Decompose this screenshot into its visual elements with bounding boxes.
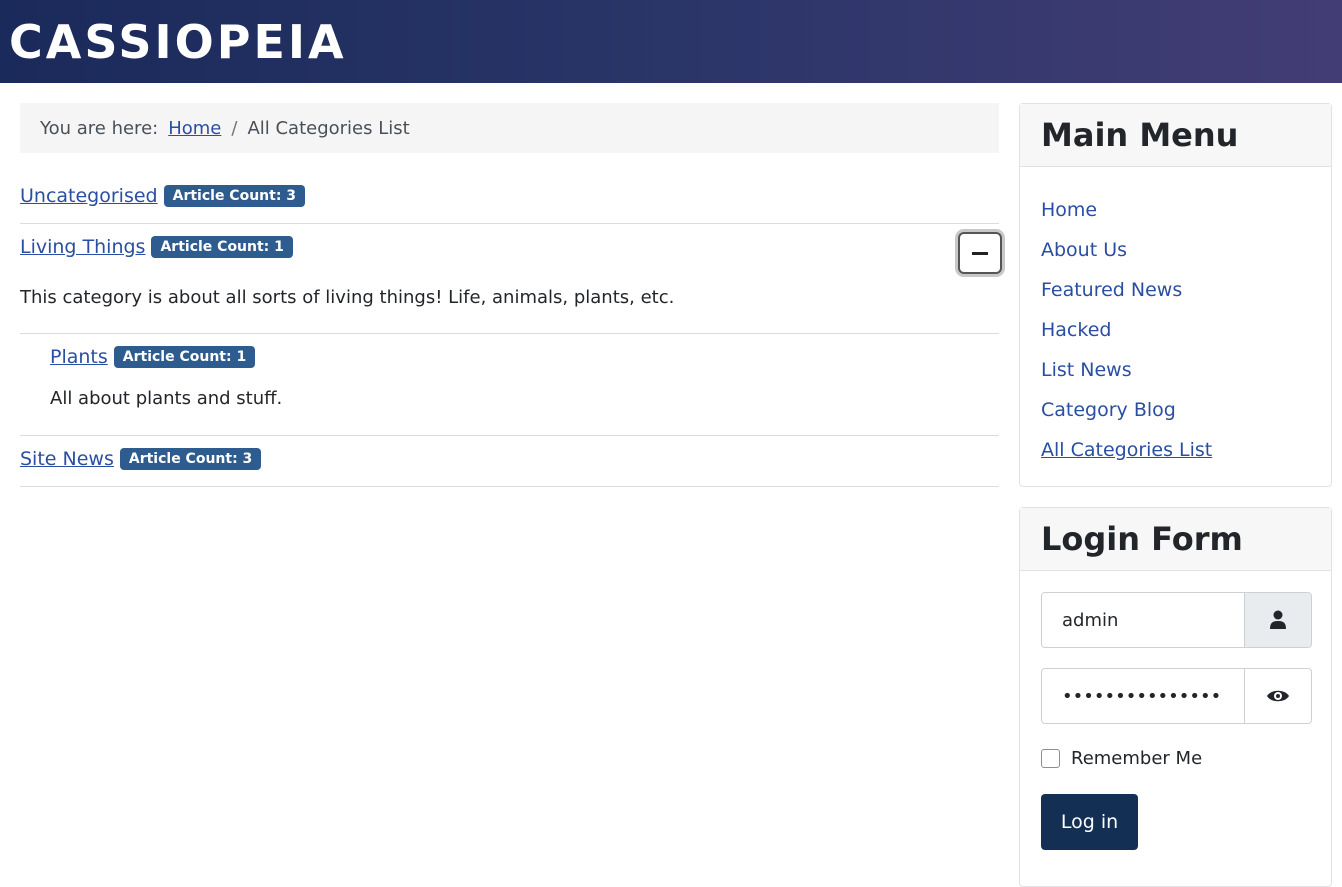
category-link-living-things[interactable]: Living Things bbox=[20, 236, 145, 258]
collapse-subcategories-button[interactable] bbox=[958, 232, 1002, 274]
minus-icon bbox=[972, 251, 988, 255]
breadcrumb-prefix: You are here: bbox=[40, 117, 159, 139]
site-brand[interactable]: CASSIOPEIA bbox=[9, 14, 347, 70]
category-link-plants[interactable]: Plants bbox=[50, 346, 108, 368]
site-header: CASSIOPEIA bbox=[0, 0, 1342, 83]
remember-me-checkbox[interactable] bbox=[1041, 749, 1060, 768]
main-menu-title: Main Menu bbox=[1020, 104, 1331, 167]
user-icon bbox=[1270, 610, 1286, 629]
menu-item-hacked[interactable]: Hacked bbox=[1020, 310, 1331, 350]
menu-item-home[interactable]: Home bbox=[1020, 190, 1331, 230]
remember-me: Remember Me bbox=[1041, 748, 1202, 769]
divider bbox=[20, 223, 999, 224]
category-item: Uncategorised Article Count: 3 bbox=[20, 185, 999, 207]
username-input[interactable] bbox=[1042, 593, 1244, 647]
login-form-title: Login Form bbox=[1020, 508, 1331, 571]
article-count-badge: Article Count: 3 bbox=[119, 448, 262, 470]
category-description: All about plants and stuff. bbox=[50, 388, 283, 409]
menu-item-category-blog[interactable]: Category Blog bbox=[1020, 390, 1331, 430]
category-link-uncategorised[interactable]: Uncategorised bbox=[20, 185, 158, 207]
article-count-badge: Article Count: 1 bbox=[151, 236, 293, 258]
main-menu-card: Main Menu Home About Us Featured News Ha… bbox=[1019, 103, 1332, 487]
category-link-site-news[interactable]: Site News bbox=[20, 448, 114, 470]
menu-item-list-news[interactable]: List News bbox=[1020, 350, 1331, 390]
divider bbox=[20, 486, 999, 487]
login-button[interactable]: Log in bbox=[1041, 794, 1138, 850]
breadcrumb-separator: / bbox=[231, 117, 238, 139]
password-input[interactable] bbox=[1042, 669, 1244, 723]
menu-item-all-categories-list[interactable]: All Categories List bbox=[1020, 430, 1331, 470]
divider bbox=[20, 333, 999, 334]
breadcrumb-current: All Categories List bbox=[247, 117, 410, 139]
divider bbox=[20, 435, 999, 436]
remember-me-label[interactable]: Remember Me bbox=[1071, 748, 1202, 769]
menu-item-about-us[interactable]: About Us bbox=[1020, 230, 1331, 270]
show-password-button[interactable] bbox=[1244, 669, 1311, 723]
breadcrumb-home-link[interactable]: Home bbox=[168, 118, 221, 139]
username-group bbox=[1041, 592, 1312, 648]
category-item: Living Things Article Count: 1 bbox=[20, 236, 999, 258]
eye-icon bbox=[1267, 690, 1289, 702]
category-description: This category is about all sorts of livi… bbox=[20, 287, 675, 308]
article-count-badge: Article Count: 1 bbox=[113, 346, 256, 368]
user-icon-addon bbox=[1244, 593, 1311, 647]
breadcrumb: You are here: Home / All Categories List bbox=[20, 103, 999, 153]
main-menu-list: Home About Us Featured News Hacked List … bbox=[1020, 167, 1331, 470]
login-form-card: Login Form Remember Me Log in bbox=[1019, 507, 1332, 887]
article-count-badge: Article Count: 3 bbox=[163, 185, 306, 207]
password-group bbox=[1041, 668, 1312, 724]
menu-item-featured-news[interactable]: Featured News bbox=[1020, 270, 1331, 310]
subcategory-item: Plants Article Count: 1 bbox=[50, 346, 1029, 368]
category-item: Site News Article Count: 3 bbox=[20, 448, 999, 470]
